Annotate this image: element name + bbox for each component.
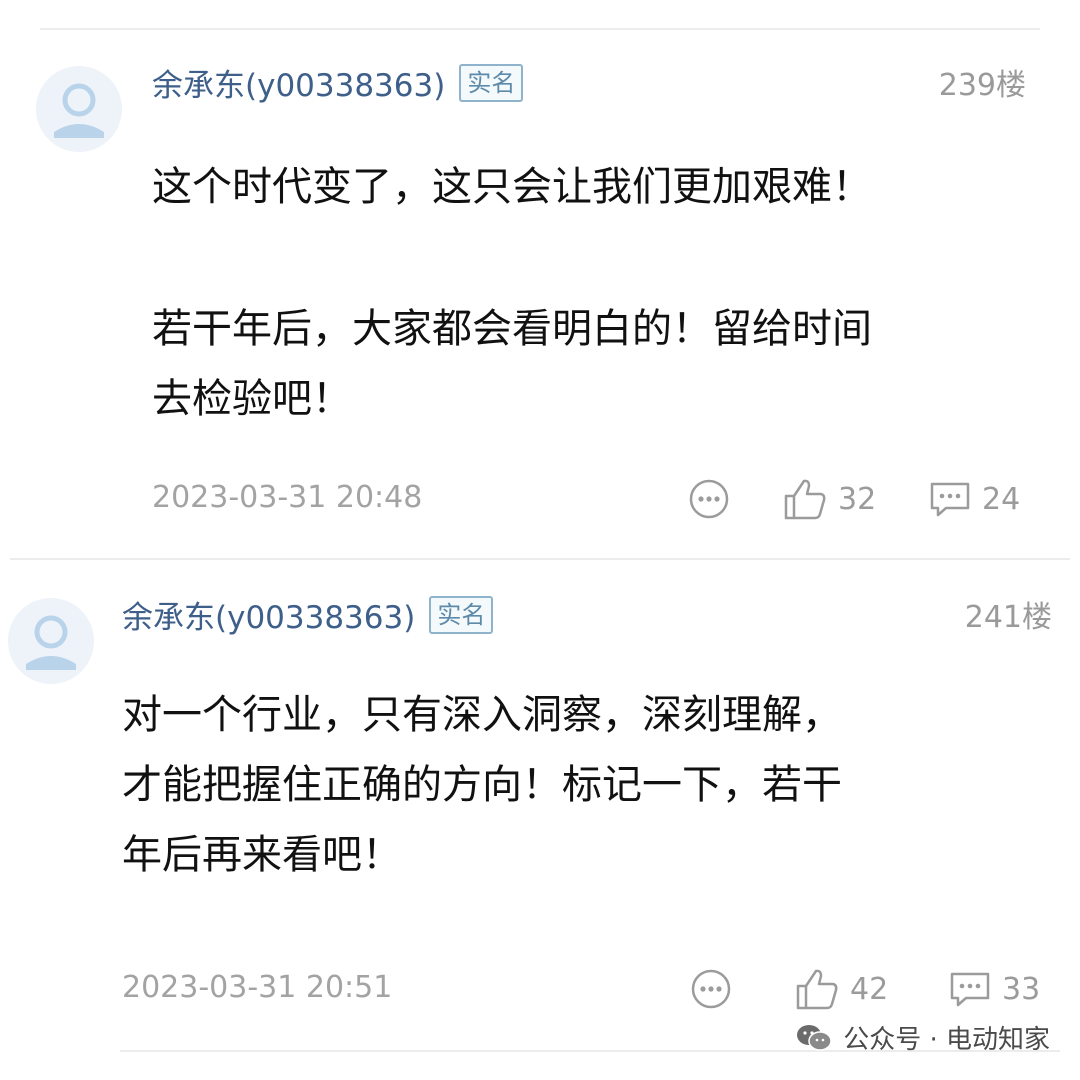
comment-header: 余承东(y00338363) 实名 [122, 592, 494, 637]
floor-number: 239楼 [938, 68, 1026, 103]
watermark: 公众号 · 电动知家 [795, 1019, 1050, 1056]
wechat-icon [797, 1024, 832, 1051]
comment-timestamp: 2023-03-31 20:48 [152, 480, 423, 515]
comment-bubble-icon [930, 482, 970, 517]
comment-item: 余承东(y00338363) 实名 239楼 这个时代变了，这只会让我们更加艰难… [0, 0, 1080, 560]
comment-thread: 余承东(y00338363) 实名 239楼 这个时代变了，这只会让我们更加艰难… [0, 0, 1080, 1080]
username-link[interactable]: 余承东(y00338363) [122, 592, 415, 637]
verified-badge: 实名 [459, 63, 524, 102]
comment-timestamp: 2023-03-31 20:51 [122, 970, 393, 1005]
comment-line: 对一个行业，只有深入洞察，深刻理解， [122, 692, 842, 738]
comment-body: 这个时代变了，这只会让我们更加艰难！ 若干年后，大家都会看明白的！留给时间 去检… [152, 152, 872, 434]
like-count: 32 [838, 481, 877, 517]
comment-line: 去检验吧！ [152, 376, 352, 422]
reply-button[interactable]: 33 [948, 968, 1040, 1010]
comment-header: 余承东(y00338363) 实名 [152, 60, 524, 105]
more-options-button[interactable] [690, 968, 732, 1010]
username-link[interactable]: 余承东(y00338363) [152, 60, 445, 105]
like-button[interactable]: 42 [794, 966, 888, 1012]
thumbs-up-icon [796, 969, 838, 1010]
more-options-icon [691, 969, 731, 1009]
comment-line: 若干年后，大家都会看明白的！留给时间 [152, 306, 872, 352]
reply-button[interactable]: 24 [928, 478, 1020, 520]
more-options-button[interactable] [688, 478, 730, 520]
like-button[interactable]: 32 [782, 476, 876, 522]
comment-item: 余承东(y00338363) 实名 241楼 对一个行业，只有深入洞察，深刻理解… [0, 560, 1080, 1080]
default-avatar-icon[interactable] [8, 598, 94, 684]
floor-number: 241楼 [964, 600, 1052, 635]
thumbs-up-icon [784, 479, 826, 520]
like-count: 42 [850, 971, 889, 1007]
comment-line: 才能把握住正确的方向！标记一下，若干 [122, 762, 842, 808]
reply-count: 33 [1002, 971, 1041, 1007]
watermark-text: 公众号 · 电动知家 [843, 1025, 1050, 1055]
more-options-icon [689, 479, 729, 519]
comment-line: 这个时代变了，这只会让我们更加艰难！ [152, 164, 872, 210]
comment-body: 对一个行业，只有深入洞察，深刻理解， 才能把握住正确的方向！标记一下，若干 年后… [122, 680, 842, 890]
comment-bubble-icon [950, 972, 990, 1007]
comment-line: 年后再来看吧！ [122, 832, 402, 878]
reply-count: 24 [982, 481, 1021, 517]
default-avatar-icon[interactable] [36, 66, 122, 152]
verified-badge: 实名 [429, 595, 494, 634]
